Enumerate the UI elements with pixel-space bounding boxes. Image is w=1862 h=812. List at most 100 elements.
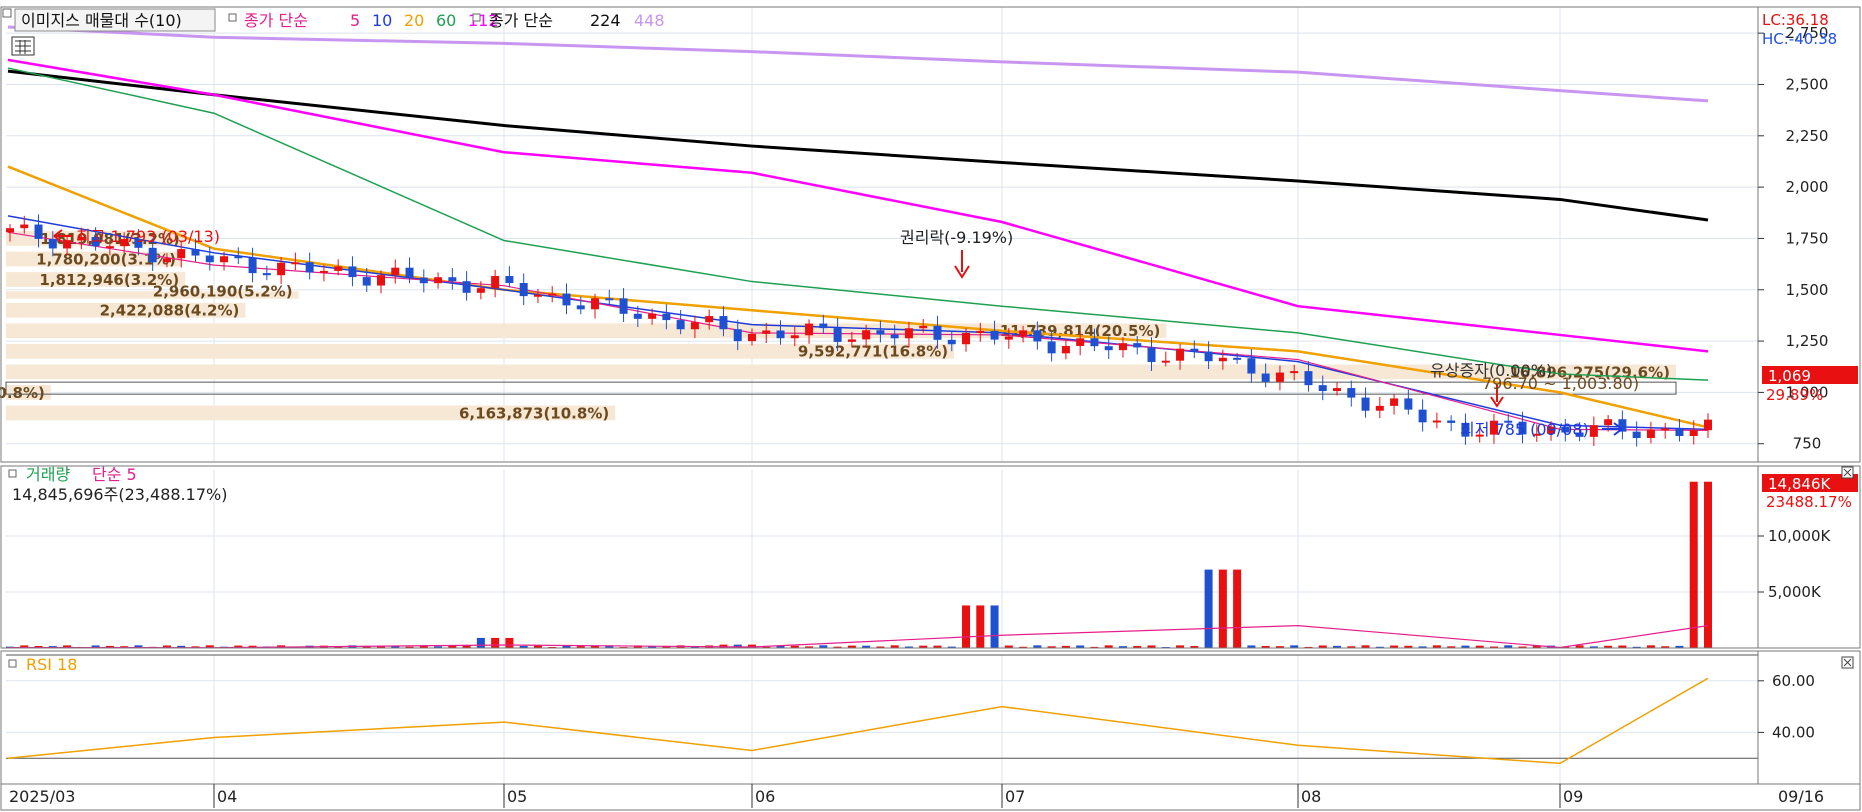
profile-label: 2,960,190(5.2%): [153, 283, 293, 301]
last-change: 29.89%: [1766, 386, 1823, 404]
volume-bar: [1218, 569, 1227, 648]
candle-body: [904, 328, 913, 339]
candle-body: [1304, 371, 1313, 386]
x-tick-label: 07: [1005, 787, 1025, 806]
legend-marker: [472, 13, 481, 22]
candle-body: [605, 298, 614, 301]
candle-body: [63, 240, 72, 249]
volume-bar: [976, 605, 985, 648]
candle-body: [1704, 419, 1712, 431]
candle-body: [1675, 428, 1684, 437]
candle-body: [1432, 420, 1441, 423]
price-tick-label: 2,000: [1786, 178, 1829, 196]
candle-body: [876, 330, 885, 335]
candle-body: [1133, 343, 1142, 348]
candle-body: [1161, 360, 1170, 363]
candle-body: [990, 330, 999, 340]
candle-body: [519, 282, 528, 297]
volume-info: 14,845,696주(23,488.17%): [12, 485, 227, 504]
candle-body: [690, 322, 699, 330]
x-tick-label: 09: [1563, 787, 1583, 806]
volume-bar: [1704, 481, 1712, 648]
candle-body: [48, 238, 57, 249]
candle-body: [847, 339, 856, 342]
last-price: 1,069: [1768, 367, 1811, 385]
candle-body: [1290, 371, 1299, 374]
candle-body: [1589, 425, 1598, 437]
ma2-period-448: 448: [634, 11, 665, 30]
candle-body: [562, 293, 571, 306]
high-annotation: 최고 1,793 (03/13): [76, 227, 220, 246]
candle-body: [1333, 388, 1342, 392]
legend-marker: [8, 659, 17, 668]
candle-body: [34, 224, 43, 239]
candle-body: [1247, 358, 1256, 374]
candle-body: [491, 276, 500, 289]
candle-body: [376, 275, 385, 286]
price-tick-label: 1,500: [1786, 281, 1829, 299]
ma2-legend-label[interactable]: 종가 단순: [489, 11, 553, 30]
candle-body: [248, 257, 257, 274]
candle-body: [434, 277, 443, 284]
candle-body: [348, 266, 357, 278]
candle-body: [191, 249, 200, 256]
candle-body: [790, 335, 799, 339]
candle-body: [576, 305, 585, 310]
candle-body: [1661, 428, 1670, 431]
ma-period-5: 5: [350, 11, 360, 30]
candle-body: [933, 325, 942, 340]
profile-label: 2,422,088(4.2%): [100, 302, 240, 320]
candle-body: [747, 333, 756, 342]
candle-body: [862, 330, 871, 340]
candle-body: [733, 329, 742, 342]
rsi-tick-label: 40.00: [1772, 723, 1815, 741]
candle-body: [177, 249, 186, 259]
stock-chart: 1,819,981(3.2%)1,780,200(3.1%)1,812,946(…: [0, 0, 1862, 812]
candle-body: [805, 323, 814, 336]
candle-body: [162, 258, 171, 263]
volume-title: 거래량: [26, 465, 70, 484]
last-volume: 14,846K: [1768, 475, 1831, 493]
candle-body: [1204, 351, 1213, 362]
price-tick-label: 1,750: [1786, 229, 1829, 247]
chart-title: 이미지스 매물대 수(10): [21, 11, 182, 30]
candle-body: [1004, 336, 1013, 340]
candle-body: [1104, 346, 1113, 351]
candle-body: [462, 281, 471, 293]
x-tick-label: 06: [755, 787, 775, 806]
candle-body: [776, 330, 785, 339]
volume-bar: [491, 637, 500, 648]
candle-body: [1275, 372, 1284, 382]
candle-body: [20, 224, 29, 229]
candle-body: [533, 294, 542, 297]
candle-body: [1347, 388, 1356, 398]
candle-body: [591, 298, 600, 310]
candle-body: [448, 277, 457, 282]
candle-body: [277, 262, 286, 276]
candle-body: [719, 316, 728, 330]
volume-tick-label: 5,000K: [1768, 583, 1822, 601]
candle-body: [148, 247, 157, 263]
candle-body: [1047, 341, 1056, 354]
candle-body: [1019, 330, 1028, 337]
x-tick-label: 2025/03: [9, 787, 75, 806]
candle-body: [476, 288, 485, 293]
candle-body: [976, 330, 985, 334]
ma-legend-label[interactable]: 종가 단순: [244, 11, 308, 30]
volume-tick-label: 10,000K: [1768, 527, 1831, 545]
candle-body: [762, 330, 771, 334]
candle-body: [1418, 409, 1427, 423]
profile-label: 453,824(0.8%): [0, 384, 45, 402]
candle-body: [6, 228, 14, 233]
candle-body: [962, 333, 971, 345]
price-tick-label: 2,500: [1786, 75, 1829, 93]
volume-bar: [990, 605, 999, 648]
candle-body: [1646, 429, 1655, 439]
candle-body: [833, 328, 842, 342]
candle-body: [619, 298, 628, 314]
candle-body: [1147, 347, 1156, 362]
candle-body: [262, 273, 271, 276]
candle-body: [1233, 357, 1242, 360]
legend-marker: [8, 469, 17, 478]
candle-body: [419, 277, 428, 284]
